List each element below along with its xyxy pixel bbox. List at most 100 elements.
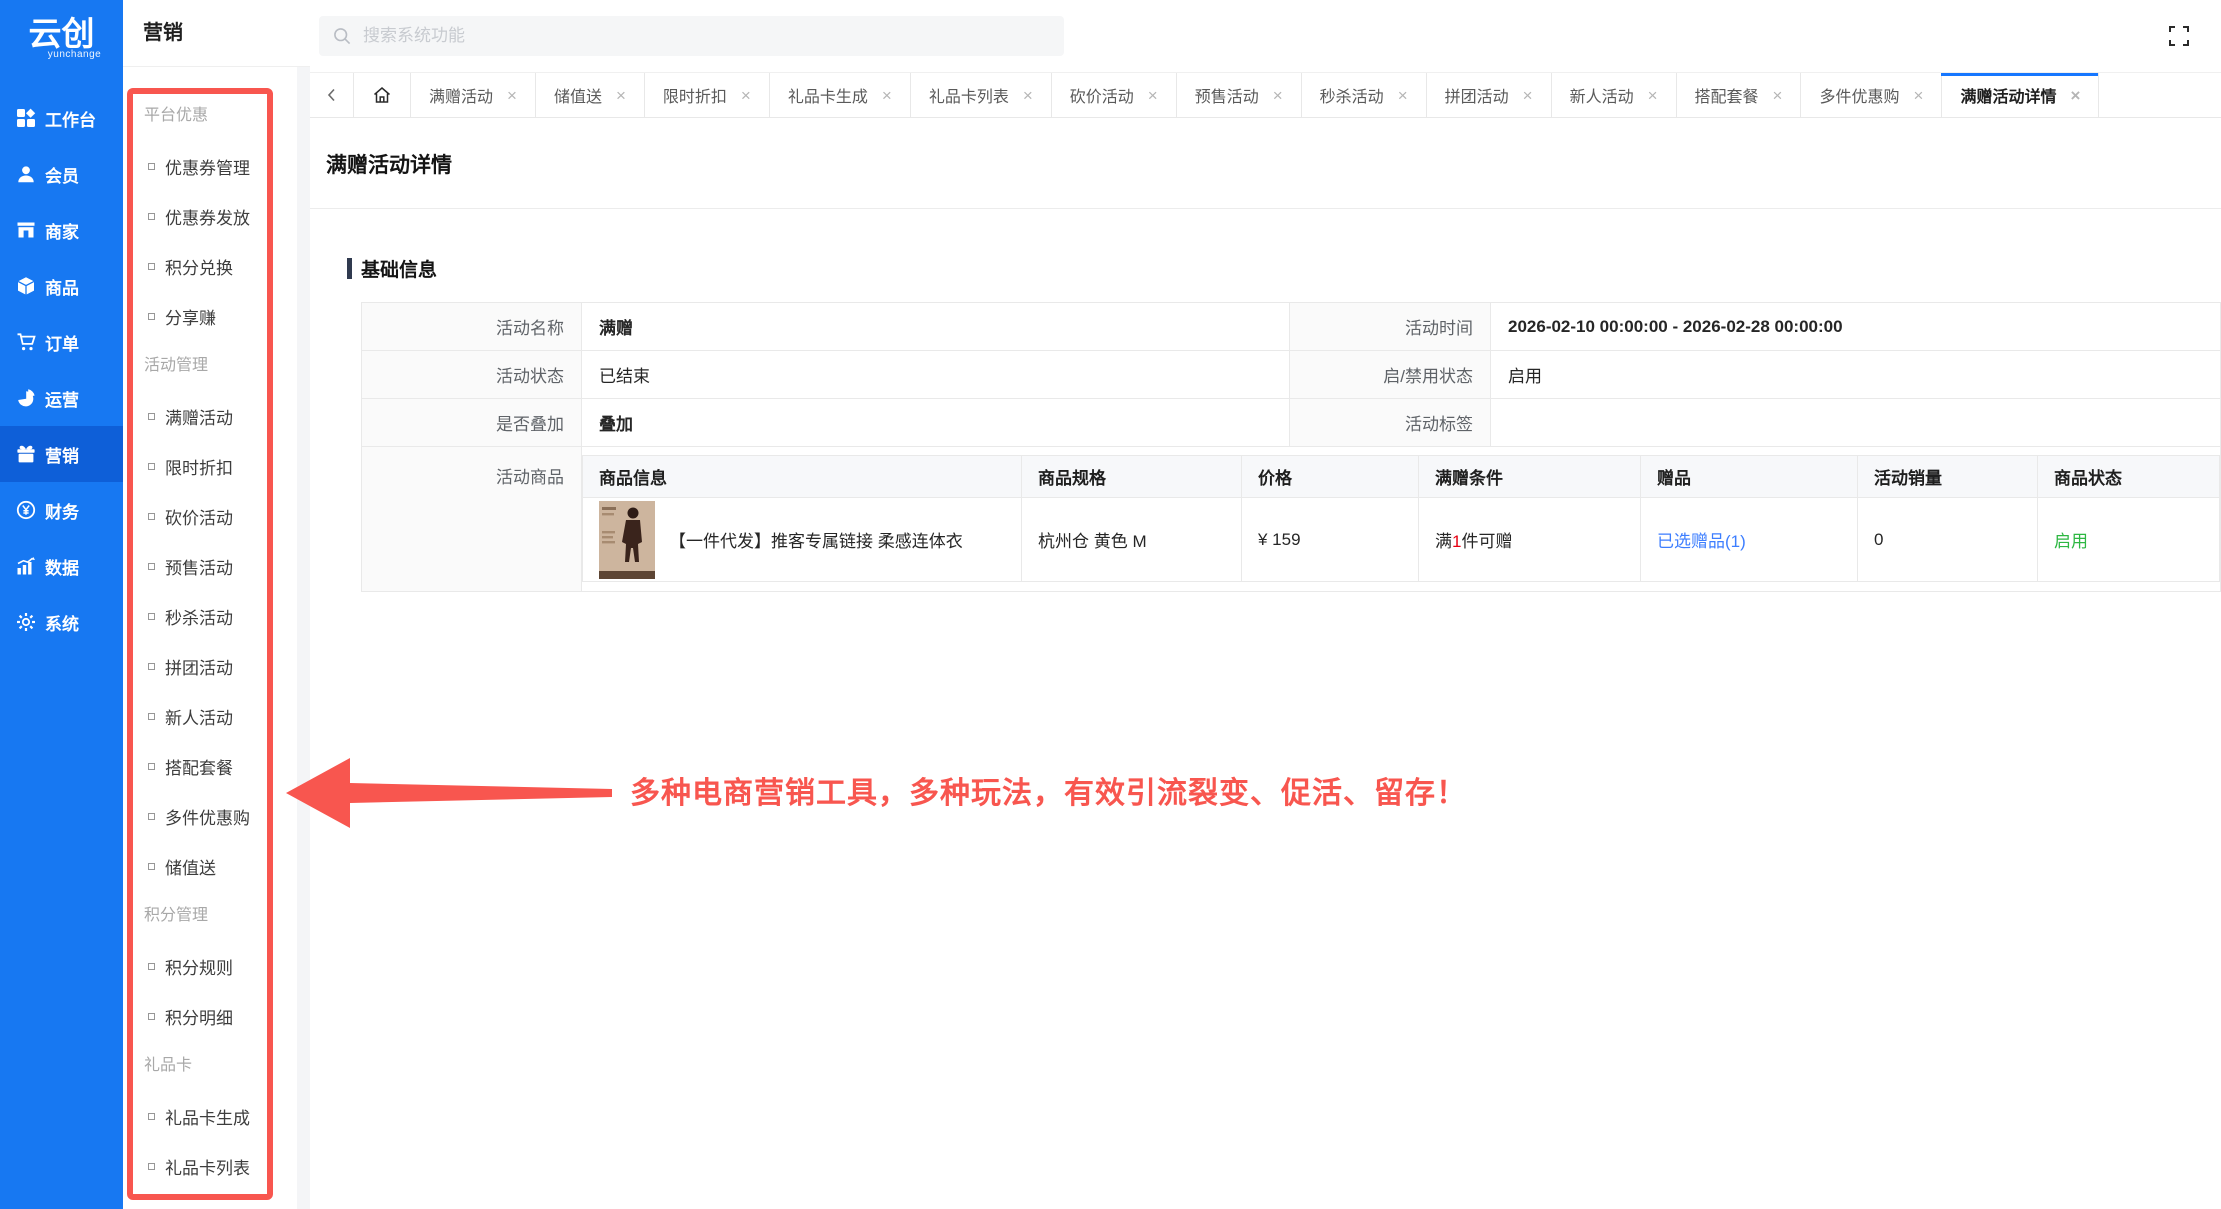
workbench-icon — [15, 108, 36, 129]
tab-label: 多件优惠购 — [1819, 83, 1899, 107]
menu-item-combo[interactable]: 搭配套餐 — [123, 741, 310, 791]
bullet-icon — [148, 963, 155, 970]
close-icon[interactable]: × — [1398, 87, 1408, 104]
bullet-icon — [148, 163, 155, 170]
home-icon — [372, 85, 392, 105]
topbar — [310, 0, 2221, 73]
tab-full-gift[interactable]: 满赠活动 × — [411, 73, 536, 117]
tab-bargain[interactable]: 砍价活动 × — [1052, 73, 1177, 117]
close-icon[interactable]: × — [882, 87, 892, 104]
menu-item-points-detail[interactable]: 积分明细 — [123, 991, 310, 1041]
system-search[interactable] — [319, 16, 1064, 56]
bullet-icon — [148, 813, 155, 820]
product-info-cell: 【一件代发】推客专属链接 柔感连体衣 — [583, 498, 1022, 582]
sidebar-item-order[interactable]: 订单 — [0, 314, 123, 370]
sidebar-item-workbench[interactable]: 工作台 — [0, 90, 123, 146]
close-icon[interactable]: × — [1648, 87, 1658, 104]
col-product-spec: 商品规格 — [1022, 456, 1242, 498]
fullscreen-icon[interactable] — [2167, 24, 2191, 48]
sidebar-item-marketing[interactable]: 营销 — [0, 426, 123, 482]
selected-gifts-link[interactable]: 已选赠品(1) — [1657, 532, 1746, 551]
menu-item-stored-value[interactable]: 储值送 — [123, 841, 310, 891]
tab-giftcard-create[interactable]: 礼品卡生成 × — [770, 73, 911, 117]
search-input[interactable] — [361, 25, 1001, 47]
sidebar-item-label: 营销 — [45, 442, 79, 467]
tab-newcomer[interactable]: 新人活动× — [1552, 73, 1677, 117]
menu-item-label: 礼品卡生成 — [165, 1104, 250, 1129]
tab-group-buy[interactable]: 拼团活动× — [1427, 73, 1552, 117]
col-price: 价格 — [1242, 456, 1419, 498]
brand-logo[interactable]: 云创 yunchange — [0, 0, 123, 90]
menu-item-giftcard-list[interactable]: 礼品卡列表 — [123, 1141, 310, 1191]
section-title: 基础信息 — [361, 255, 437, 282]
product-thumbnail — [599, 501, 655, 579]
menu-item-seckill[interactable]: 秒杀活动 — [123, 591, 310, 641]
product-price-cell: ¥ 159 — [1242, 498, 1419, 582]
tab-stored-value[interactable]: 储值送× — [536, 73, 645, 117]
tab-presale[interactable]: 预售活动 × — [1177, 73, 1302, 117]
bullet-icon — [148, 713, 155, 720]
sidebar-item-data[interactable]: 数据 — [0, 538, 123, 594]
marketing-menu-panel: 营销 平台优惠 优惠券管理 优惠券发放 积分兑换 分享赚 活动管理 满赠活动 限… — [123, 0, 310, 1209]
menu-item-giftcard-create[interactable]: 礼品卡生成 — [123, 1091, 310, 1141]
activity-status-label: 活动状态 — [362, 351, 582, 399]
close-icon[interactable]: × — [1914, 87, 1924, 104]
annotation-text: 多种电商营销工具，多种玩法，有效引流裂变、促活、留存！ — [630, 768, 1467, 812]
tabs-scroll-left-chevron[interactable] — [310, 73, 354, 117]
menu-item-presale[interactable]: 预售活动 — [123, 541, 310, 591]
close-icon[interactable]: × — [1273, 87, 1283, 104]
sidebar-item-product[interactable]: 商品 — [0, 258, 123, 314]
menu-item-multi-discount[interactable]: 多件优惠购 — [123, 791, 310, 841]
menu-item-label: 分享赚 — [165, 304, 216, 329]
bullet-icon — [148, 1113, 155, 1120]
col-activity-sales: 活动销量 — [1858, 456, 2038, 498]
tab-label: 预售活动 — [1195, 83, 1259, 107]
menu-item-group-buy[interactable]: 拼团活动 — [123, 641, 310, 691]
brand-subname: yunchange — [0, 49, 123, 60]
close-icon[interactable]: × — [741, 87, 751, 104]
close-icon[interactable]: × — [1148, 87, 1158, 104]
close-icon[interactable]: × — [1023, 87, 1033, 104]
close-icon[interactable]: × — [507, 87, 517, 104]
table-row: 活动商品 商品信息 商品规格 价格 满赠条件 赠品 活动销量 商品状 — [362, 447, 2221, 592]
close-icon[interactable]: × — [1773, 87, 1783, 104]
menu-scrollbar[interactable] — [297, 67, 310, 1209]
menu-item-time-discount[interactable]: 限时折扣 — [123, 441, 310, 491]
tab-combo[interactable]: 搭配套餐 × — [1677, 73, 1802, 117]
close-icon[interactable]: × — [2070, 87, 2080, 104]
menu-item-bargain[interactable]: 砍价活动 — [123, 491, 310, 541]
tab-seckill[interactable]: 秒杀活动× — [1302, 73, 1427, 117]
tab-multi-discount[interactable]: 多件优惠购 × — [1801, 73, 1942, 117]
menu-item-points-exchange[interactable]: 积分兑换 — [123, 241, 310, 291]
primary-sidebar: 云创 yunchange 工作台 会员 商家 商品 订单 运营 — [0, 0, 123, 1209]
menu-item-newcomer[interactable]: 新人活动 — [123, 691, 310, 741]
sidebar-item-system[interactable]: 系统 — [0, 594, 123, 650]
sidebar-item-member[interactable]: 会员 — [0, 146, 123, 202]
tab-giftcard-list[interactable]: 礼品卡列表× — [911, 73, 1052, 117]
tab-label: 砍价活动 — [1070, 83, 1134, 107]
tab-label: 满赠活动 — [429, 83, 493, 107]
sidebar-item-finance[interactable]: 财务 — [0, 482, 123, 538]
product-name: 【一件代发】推客专属链接 柔感连体衣 — [669, 527, 963, 552]
menu-group-platform-discount: 平台优惠 — [123, 91, 310, 141]
sidebar-item-operation[interactable]: 运营 — [0, 370, 123, 426]
menu-item-share-earn[interactable]: 分享赚 — [123, 291, 310, 341]
close-icon[interactable]: × — [1523, 87, 1533, 104]
sidebar-item-label: 订单 — [45, 330, 79, 355]
sidebar-item-merchant[interactable]: 商家 — [0, 202, 123, 258]
section-bar-icon — [347, 258, 352, 279]
tab-label: 搭配套餐 — [1695, 83, 1759, 107]
tab-time-discount[interactable]: 限时折扣× — [645, 73, 770, 117]
close-icon[interactable]: × — [616, 87, 626, 104]
tab-label: 礼品卡生成 — [788, 83, 868, 107]
stackable-label: 是否叠加 — [362, 399, 582, 447]
tab-home[interactable] — [354, 73, 411, 117]
menu-item-coupon-send[interactable]: 优惠券发放 — [123, 191, 310, 241]
tab-full-gift-detail[interactable]: 满赠活动详情× — [1942, 73, 2099, 117]
menu-item-full-gift[interactable]: 满赠活动 — [123, 391, 310, 441]
sidebar-item-label: 系统 — [45, 610, 79, 635]
menu-item-points-rule[interactable]: 积分规则 — [123, 941, 310, 991]
brand-name: 云创 — [29, 16, 95, 52]
menu-item-coupon-manage[interactable]: 优惠券管理 — [123, 141, 310, 191]
menu-body: 平台优惠 优惠券管理 优惠券发放 积分兑换 分享赚 活动管理 满赠活动 限时折扣… — [123, 67, 310, 1191]
